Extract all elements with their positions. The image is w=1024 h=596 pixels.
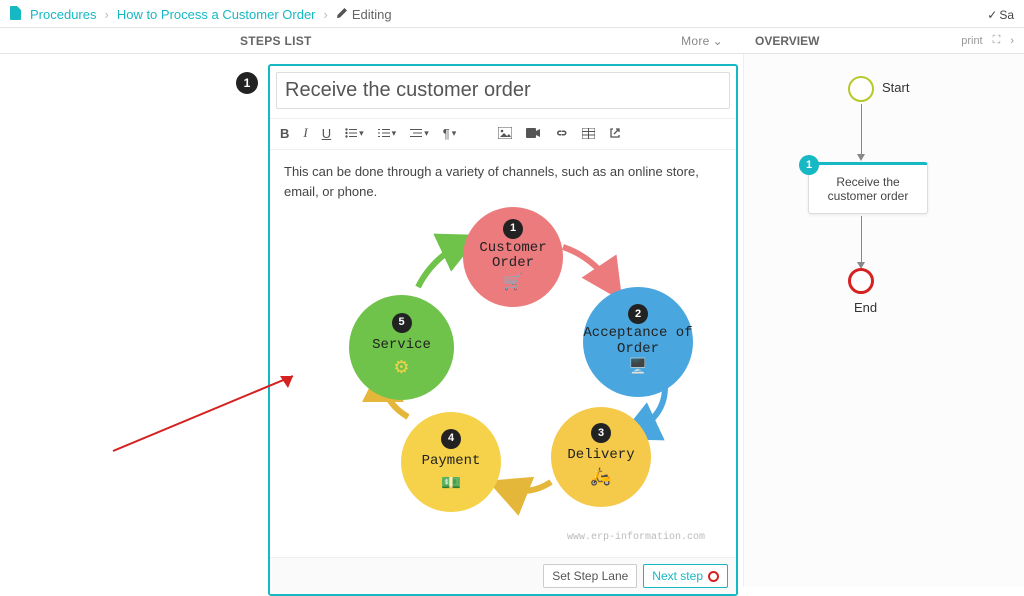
open-external-button[interactable] <box>609 127 621 139</box>
chevron-right-icon: › <box>104 7 108 22</box>
cycle-node-delivery: 3 Delivery 🛵 <box>551 407 651 507</box>
table-button[interactable] <box>582 128 595 139</box>
overview-title: OVERVIEW <box>755 34 819 48</box>
flow-connector <box>861 104 862 156</box>
cycle-node-label: Delivery <box>567 445 634 466</box>
breadcrumb-page[interactable]: How to Process a Customer Order <box>117 7 316 22</box>
breadcrumb: Procedures › How to Process a Customer O… <box>10 6 392 23</box>
section-headers: STEPS LIST More ⌄ OVERVIEW print ⛶ › <box>0 28 1024 54</box>
cycle-node-number: 2 <box>628 304 648 324</box>
chevron-down-icon: ▾ <box>424 128 429 139</box>
flow-end-node[interactable] <box>848 268 874 294</box>
step-body-text: This can be done through a variety of ch… <box>284 162 722 201</box>
link-button[interactable] <box>554 128 568 138</box>
cycle-node-payment: 4 Payment 💵 <box>401 412 501 512</box>
flow-step-node[interactable]: 1 Receive the customer order <box>808 162 928 214</box>
set-step-lane-button[interactable]: Set Step Lane <box>543 564 637 588</box>
flow-connector <box>861 216 862 264</box>
step-actions: Set Step Lane Next step <box>270 557 736 594</box>
flow-end-label: End <box>854 300 877 315</box>
cycle-node-label: Customer Order <box>463 241 563 272</box>
save-label: Sa <box>999 8 1014 22</box>
cycle-node-number: 5 <box>392 313 412 333</box>
cart-icon: 🛒 <box>503 271 523 295</box>
chevron-down-icon: ▾ <box>452 128 457 139</box>
steps-list-title: STEPS LIST <box>240 34 312 48</box>
order-cycle-diagram: 1 Customer Order 🛒 2 Acceptance of Order… <box>293 207 713 547</box>
flow-step-label: Receive the customer order <box>828 175 909 203</box>
money-icon: 💵 <box>441 472 461 496</box>
breadcrumb-state: Editing <box>336 7 392 22</box>
numbers-button[interactable]: ▾ <box>378 128 397 139</box>
print-button[interactable]: print <box>961 35 982 47</box>
paragraph-button[interactable]: ¶▾ <box>443 126 457 141</box>
circle-icon <box>708 571 719 582</box>
cycle-node-number: 1 <box>503 219 523 239</box>
more-button[interactable]: More ⌄ <box>681 34 723 48</box>
chevron-down-icon: ▾ <box>392 128 397 139</box>
main: 1 B I U ▾ ▾ ▾ ¶▾ This can be done throug… <box>0 54 1024 587</box>
chevron-down-icon: ▾ <box>359 128 364 139</box>
cycle-node-number: 3 <box>591 423 611 443</box>
step-body[interactable]: This can be done through a variety of ch… <box>270 150 736 555</box>
overview-flow: Start 1 Receive the customer order End <box>744 54 1024 587</box>
image-button[interactable] <box>498 127 512 139</box>
flow-start-node[interactable] <box>848 76 874 102</box>
overview-pane: Start 1 Receive the customer order End <box>743 54 1024 587</box>
chevron-right-icon: › <box>324 7 328 22</box>
breadcrumb-state-label: Editing <box>352 7 392 22</box>
editor-pane: 1 B I U ▾ ▾ ▾ ¶▾ This can be done throug… <box>0 54 743 587</box>
next-step-label: Next step <box>652 569 703 583</box>
chevron-right-icon[interactable]: › <box>1010 35 1014 47</box>
courier-icon: 🛵 <box>590 466 611 492</box>
overview-header: OVERVIEW print ⛶ › <box>743 28 1024 53</box>
expand-icon[interactable]: ⛶ <box>993 34 1001 47</box>
breadcrumb-root[interactable]: Procedures <box>30 7 96 22</box>
richtext-toolbar: B I U ▾ ▾ ▾ ¶▾ <box>270 118 736 150</box>
bullets-button[interactable]: ▾ <box>345 128 364 139</box>
steps-list-header: STEPS LIST More ⌄ <box>0 28 743 53</box>
cycle-node-service: 5 Service ⚙ <box>349 295 454 400</box>
save-indicator[interactable]: ✓ Sa <box>987 8 1014 22</box>
flow-start-label: Start <box>882 80 909 95</box>
cycle-node-acceptance: 2 Acceptance of Order 🖥️ <box>583 287 693 397</box>
cycle-node-label: Service <box>372 335 431 356</box>
webapp-icon: 🖥️ <box>629 357 648 380</box>
italic-button[interactable]: I <box>303 125 307 141</box>
video-button[interactable] <box>526 128 540 138</box>
arrowhead-icon <box>857 154 865 161</box>
cycle-node-customer-order: 1 Customer Order 🛒 <box>463 207 563 307</box>
pencil-icon <box>336 7 348 22</box>
image-watermark: www.erp-information.com <box>567 530 705 545</box>
gear-icon: ⚙ <box>393 356 409 383</box>
indent-button[interactable]: ▾ <box>410 128 429 139</box>
step-title-input[interactable] <box>276 72 730 109</box>
cycle-node-label: Acceptance of Order <box>583 326 693 357</box>
step-editor-card: B I U ▾ ▾ ▾ ¶▾ This can be done through … <box>268 64 738 596</box>
cycle-node-number: 4 <box>441 429 461 449</box>
file-icon <box>10 6 22 23</box>
chevron-down-icon: ⌄ <box>713 34 723 48</box>
check-icon: ✓ <box>987 8 997 22</box>
step-number-badge: 1 <box>236 72 258 94</box>
next-step-button[interactable]: Next step <box>643 564 728 588</box>
bold-button[interactable]: B <box>280 126 289 141</box>
flow-step-number: 1 <box>799 155 819 175</box>
top-bar: Procedures › How to Process a Customer O… <box>0 0 1024 28</box>
more-label: More <box>681 34 710 48</box>
underline-button[interactable]: U <box>322 126 331 141</box>
cycle-node-label: Payment <box>422 451 481 472</box>
